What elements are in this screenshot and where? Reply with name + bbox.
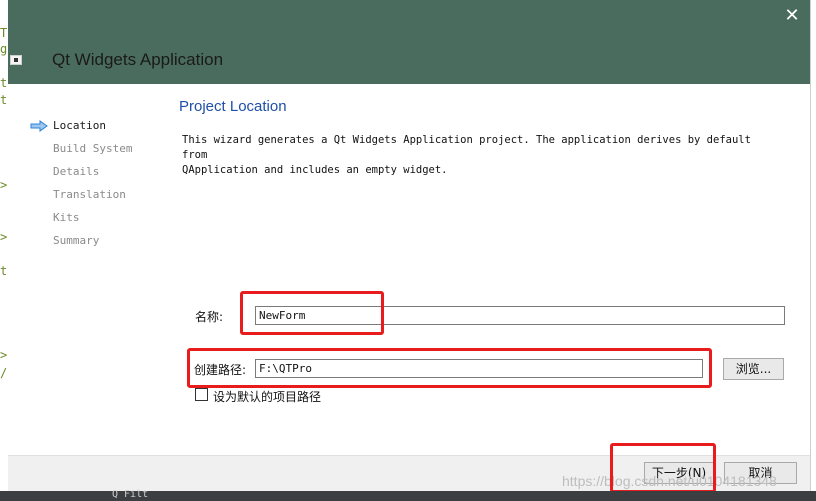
dialog-titlebar[interactable]: Qt Widgets Application ✕ — [8, 0, 810, 84]
dialog-title: Qt Widgets Application — [52, 50, 224, 69]
step-build-system: Build System — [53, 142, 133, 155]
editor-fragment: t — [0, 93, 8, 107]
default-path-checkbox[interactable] — [195, 388, 208, 401]
taskbar-text: Q Filt — [112, 489, 149, 500]
step-translation: Translation — [53, 188, 126, 201]
annotation-box-name — [240, 291, 384, 335]
description-line: This wizard generates a Qt Widgets Appli… — [182, 134, 751, 161]
default-path-label: 设为默认的项目路径 — [213, 390, 322, 404]
close-icon[interactable]: ✕ — [782, 6, 802, 26]
editor-fragment: / — [0, 366, 8, 380]
background-editor-strip: T g t t > > t > / — [0, 0, 8, 501]
taskbar: Q Filt — [0, 489, 816, 501]
annotation-box-path — [187, 348, 712, 388]
step-details: Details — [53, 165, 100, 178]
editor-fragment: > — [0, 178, 8, 192]
editor-fragment: T — [0, 26, 8, 40]
name-label: 名称: — [195, 310, 224, 324]
wizard-steps-panel: Location Build System Details Translatio… — [8, 84, 165, 454]
browse-button[interactable]: 浏览... — [723, 358, 784, 380]
page-title: Project Location — [179, 98, 287, 115]
wizard-description: This wizard generates a Qt Widgets Appli… — [182, 133, 782, 178]
description-line: QApplication and includes an empty widge… — [182, 164, 448, 176]
editor-fragment: > — [0, 230, 8, 244]
annotation-box-next — [610, 443, 716, 493]
step-location: Location — [53, 119, 106, 132]
step-kits: Kits — [53, 211, 80, 224]
step-summary: Summary — [53, 234, 100, 247]
arrow-right-icon — [30, 120, 48, 132]
editor-fragment: t — [0, 264, 8, 278]
editor-fragment: t — [0, 76, 8, 90]
right-edge — [810, 0, 816, 501]
editor-fragment: > — [0, 348, 8, 362]
app-icon — [10, 55, 22, 65]
editor-fragment: g — [0, 42, 8, 56]
